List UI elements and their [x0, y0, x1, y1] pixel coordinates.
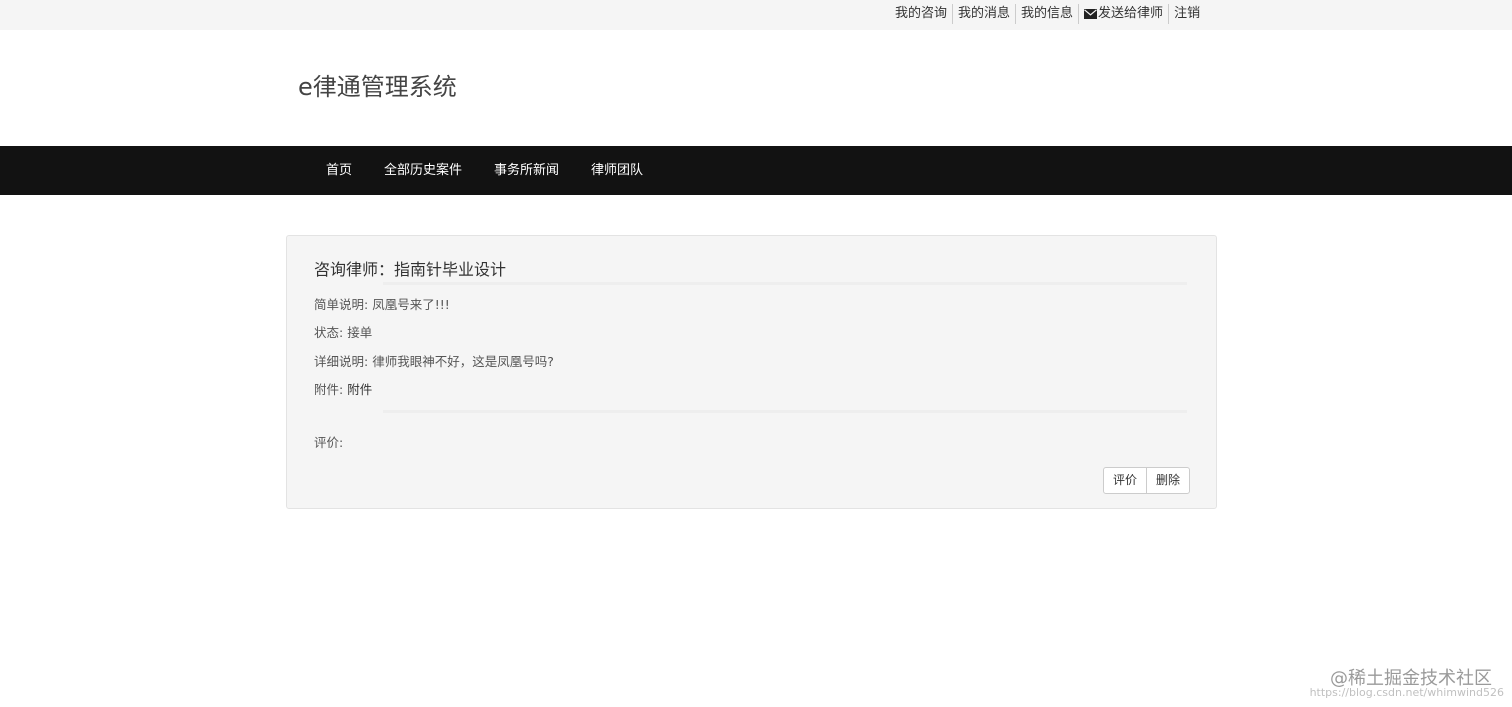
my-messages-label: 我的消息 [958, 6, 1011, 21]
status-row: 状态: 接单 [314, 322, 372, 341]
nav-item-home[interactable]: 首页 [310, 146, 368, 195]
my-consultations-link[interactable]: 我的咨询 [890, 4, 954, 24]
detail-label: 详细说明: [314, 354, 369, 369]
rating-row: 评价: [314, 432, 343, 451]
nav-item-lawyer-team[interactable]: 律师团队 [575, 146, 659, 195]
nav-item-all-cases[interactable]: 全部历史案件 [368, 146, 478, 195]
send-to-lawyer-label: 发送给律师 [1098, 6, 1164, 21]
top-utility-bar: 我的咨询 我的消息 我的信息 发送给律师 注销 [0, 0, 1512, 30]
detail-row: 详细说明: 律师我眼神不好，这是凤凰号吗? [314, 351, 554, 370]
user-links: 我的咨询 我的消息 我的信息 发送给律师 注销 [890, 4, 1205, 24]
site-title: e律通管理系统 [298, 73, 457, 101]
rate-button[interactable]: 评价 [1102, 467, 1147, 494]
attachment-label: 附件: [314, 382, 344, 397]
consultation-title: 咨询律师：指南针毕业设计 [314, 260, 507, 279]
detail-value: 律师我眼神不好，这是凤凰号吗? [372, 354, 554, 369]
my-info-link[interactable]: 我的信息 [1016, 4, 1080, 24]
delete-button[interactable]: 删除 [1145, 467, 1190, 494]
attachment-row: 附件: 附件 [314, 379, 372, 398]
summary-value: 凤凰号来了!!! [372, 297, 450, 312]
watermark-url: https://blog.csdn.net/whimwind526 [1309, 686, 1504, 699]
my-messages-link[interactable]: 我的消息 [953, 4, 1017, 24]
title-divider [383, 282, 1187, 285]
action-buttons: 评价 删除 [1102, 467, 1190, 494]
content-divider [383, 410, 1187, 413]
envelope-icon [1084, 9, 1098, 19]
logout-label: 注销 [1174, 6, 1201, 21]
consultation-panel: 咨询律师：指南针毕业设计 简单说明: 凤凰号来了!!! 状态: 接单 详细说明:… [286, 235, 1217, 509]
nav-items: 首页 全部历史案件 事务所新闻 律师团队 [310, 146, 659, 195]
summary-row: 简单说明: 凤凰号来了!!! [314, 294, 450, 313]
status-value: 接单 [347, 325, 373, 340]
my-info-label: 我的信息 [1021, 6, 1074, 21]
my-consultations-label: 我的咨询 [895, 6, 948, 21]
attachment-link[interactable]: 附件 [347, 382, 372, 397]
rating-label: 评价: [314, 435, 344, 450]
summary-label: 简单说明: [314, 297, 369, 312]
main-navbar: 首页 全部历史案件 事务所新闻 律师团队 [0, 146, 1512, 195]
nav-item-firm-news[interactable]: 事务所新闻 [478, 146, 575, 195]
send-to-lawyer-link[interactable]: 发送给律师 [1079, 4, 1170, 24]
status-label: 状态: [314, 325, 344, 340]
logout-link[interactable]: 注销 [1169, 4, 1205, 24]
